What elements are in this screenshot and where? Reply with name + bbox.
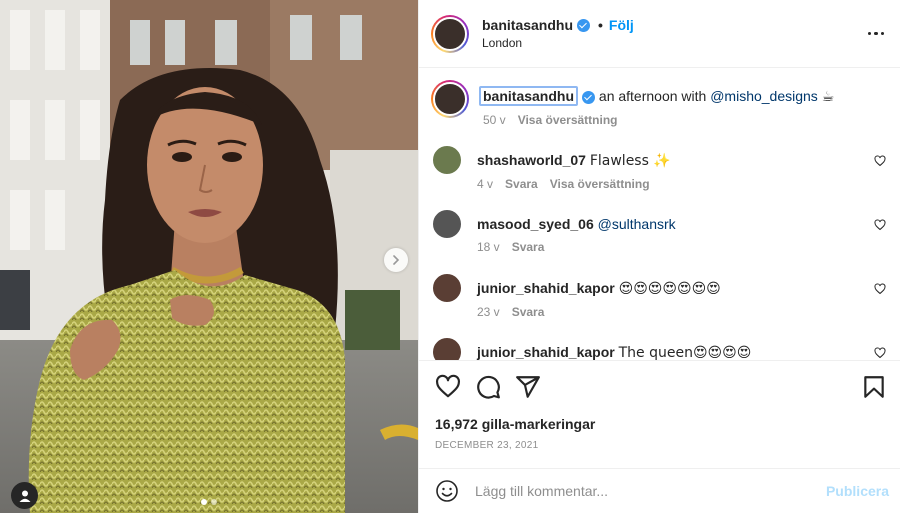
carousel-dot bbox=[211, 499, 217, 505]
author-username[interactable]: banitasandhu bbox=[482, 17, 573, 33]
commenter-avatar[interactable] bbox=[431, 272, 463, 304]
commenter-username[interactable]: masood_syed_06 bbox=[477, 216, 594, 232]
comments-list[interactable]: banitasandhu an afternoon with @misho_de… bbox=[419, 68, 900, 360]
commenter-avatar[interactable] bbox=[431, 144, 463, 176]
coffee-emoji: ☕ bbox=[821, 89, 835, 105]
like-comment-heart-icon[interactable] bbox=[874, 155, 886, 167]
smile-icon[interactable] bbox=[435, 479, 459, 503]
follow-button[interactable]: Följ bbox=[609, 17, 634, 33]
post-details-panel: banitasandhu • Följ London banitasandhu … bbox=[418, 0, 900, 513]
add-comment-bar: Publicera bbox=[419, 468, 900, 513]
comment-input[interactable] bbox=[475, 483, 826, 499]
verified-badge-icon bbox=[577, 18, 591, 32]
commenter-avatar[interactable] bbox=[431, 208, 463, 240]
post-actions-section: 16,972 gilla-markeringar DECEMBER 23, 20… bbox=[419, 360, 900, 451]
see-translation-button[interactable]: Visa översättning bbox=[550, 177, 650, 191]
caption-age[interactable]: 50 v bbox=[483, 113, 506, 127]
reply-button[interactable]: Svara bbox=[512, 240, 545, 254]
publish-button[interactable]: Publicera bbox=[826, 483, 889, 499]
post-location[interactable]: London bbox=[482, 36, 634, 50]
author-avatar[interactable] bbox=[431, 14, 469, 53]
comment-icon[interactable] bbox=[475, 374, 501, 400]
chevron-right-icon bbox=[393, 255, 400, 265]
likes-count[interactable]: 16,972 gilla-markeringar bbox=[419, 416, 900, 432]
reply-button[interactable]: Svara bbox=[505, 177, 538, 191]
comment-text: Flawless ✨ bbox=[589, 153, 671, 169]
next-photo-button[interactable] bbox=[384, 248, 408, 272]
comment-text: The queen😍😍😍😍 bbox=[618, 345, 752, 360]
commenter-username[interactable]: shashaworld_07 bbox=[477, 152, 586, 168]
bookmark-icon[interactable] bbox=[861, 374, 887, 400]
action-bar bbox=[419, 361, 900, 413]
comment-item: junior_shahid_kapor The queen😍😍😍😍 bbox=[431, 336, 886, 360]
caption-text: an afternoon with bbox=[598, 88, 707, 104]
share-icon[interactable] bbox=[515, 374, 541, 400]
caption-avatar[interactable] bbox=[431, 80, 469, 118]
comment-text: 😍😍😍😍😍😍😍 bbox=[618, 281, 721, 297]
carousel-dot bbox=[201, 499, 207, 505]
like-comment-heart-icon[interactable] bbox=[874, 283, 886, 295]
comment-item: masood_syed_06 @sulthansrk 18 v Svara bbox=[431, 208, 886, 272]
heart-icon[interactable] bbox=[435, 374, 461, 400]
post-header: banitasandhu • Följ London bbox=[419, 0, 900, 68]
carousel-indicator bbox=[0, 499, 418, 505]
see-translation-button[interactable]: Visa översättning bbox=[518, 113, 618, 127]
commenter-username[interactable]: junior_shahid_kapor bbox=[477, 344, 615, 360]
like-comment-heart-icon[interactable] bbox=[874, 219, 886, 231]
caption-username[interactable]: banitasandhu bbox=[479, 86, 579, 106]
comment-item: shashaworld_07 Flawless ✨ 4 v Svara Visa… bbox=[431, 144, 886, 208]
post-photo[interactable] bbox=[0, 0, 418, 513]
author-info: banitasandhu • Följ London bbox=[482, 17, 634, 50]
commenter-username[interactable]: junior_shahid_kapor bbox=[477, 280, 615, 296]
commenter-avatar[interactable] bbox=[431, 336, 463, 360]
comment-mention[interactable]: @sulthansrk bbox=[598, 216, 676, 232]
comment-age[interactable]: 18 v bbox=[477, 240, 500, 254]
separator-dot: • bbox=[598, 17, 603, 33]
reply-button[interactable]: Svara bbox=[512, 305, 545, 319]
like-comment-heart-icon[interactable] bbox=[874, 347, 886, 359]
comment-item: junior_shahid_kapor 😍😍😍😍😍😍😍 23 v Svara bbox=[431, 272, 886, 336]
more-options-icon[interactable] bbox=[864, 24, 889, 44]
comment-age[interactable]: 23 v bbox=[477, 305, 500, 319]
caption-mention[interactable]: @misho_designs bbox=[710, 88, 818, 104]
post-date[interactable]: DECEMBER 23, 2021 bbox=[419, 440, 900, 451]
comment-age[interactable]: 4 v bbox=[477, 177, 493, 191]
verified-badge-icon bbox=[582, 90, 596, 104]
caption: banitasandhu an afternoon with @misho_de… bbox=[431, 80, 886, 144]
post-viewer: banitasandhu • Följ London banitasandhu … bbox=[0, 0, 900, 513]
photo-illustration bbox=[0, 0, 418, 513]
